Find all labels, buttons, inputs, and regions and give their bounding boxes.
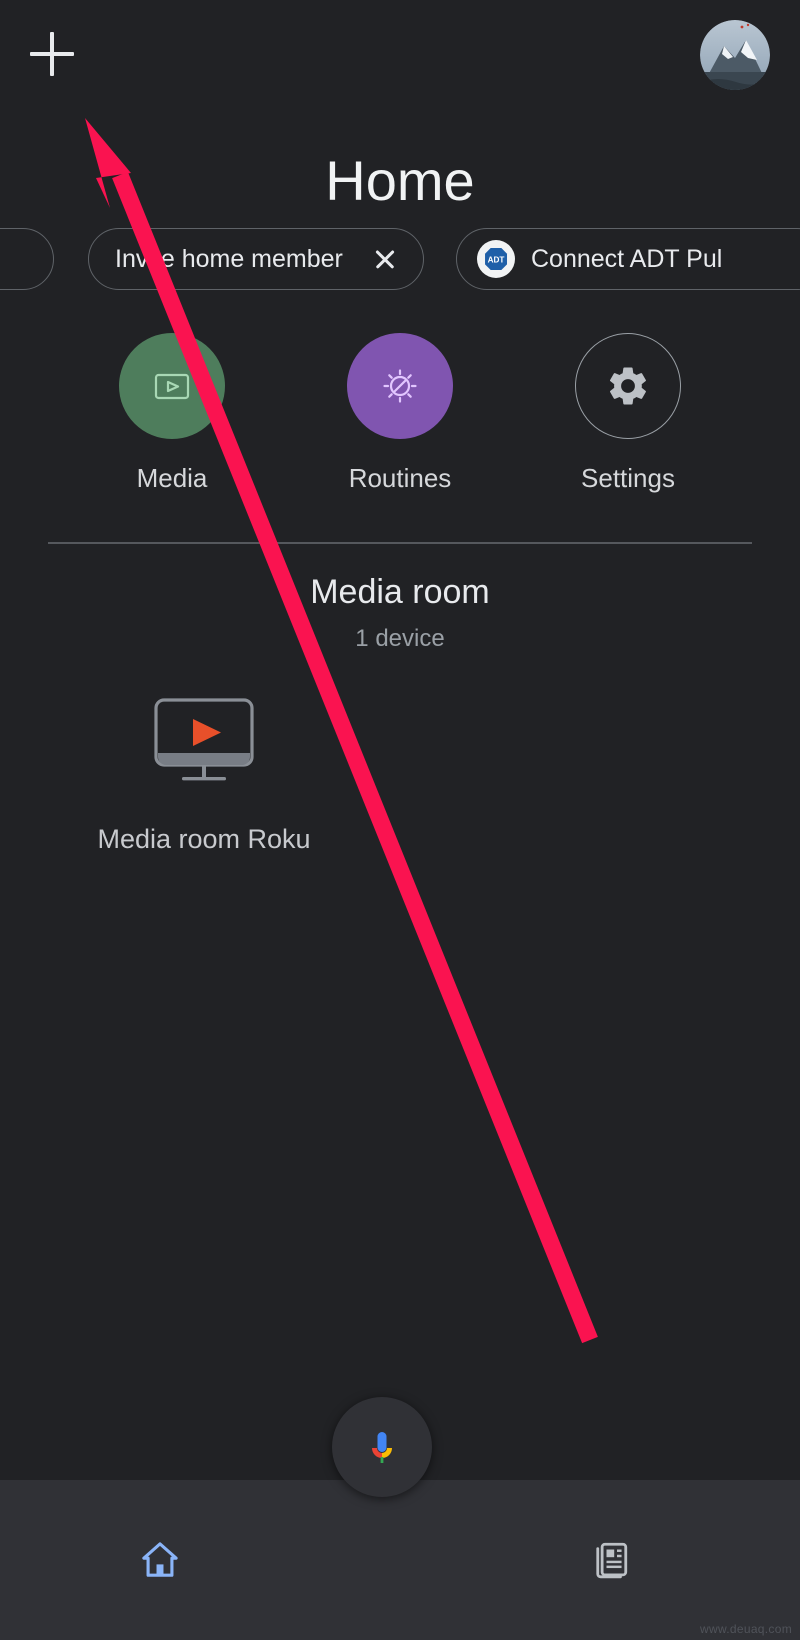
chip-adt-label: Connect ADT Pul [531,244,723,273]
action-settings-circle [575,333,681,439]
user-avatar-mountain-photo [700,20,770,90]
quick-actions-row: Media Routines Settings [0,333,800,494]
action-routines-label: Routines [348,463,452,493]
device-label: Media room Roku [97,824,311,854]
svg-text:ADT: ADT [488,256,505,265]
action-routines[interactable]: Routines [315,333,485,494]
device-tile[interactable]: Media room Roku [86,695,322,855]
close-icon[interactable] [373,247,397,271]
room-device-count: 1 device [355,625,445,652]
google-assistant-mic-icon [372,1432,392,1463]
bottom-navigation-bar [0,1480,800,1640]
add-device-button[interactable] [30,32,74,76]
action-media[interactable]: Media [87,333,257,494]
page-title: Home [325,149,475,212]
home-icon [142,1542,178,1577]
chip-invite-home-member[interactable]: Invite home member [88,228,424,290]
action-settings[interactable]: Settings [543,333,713,494]
assistant-mic-button[interactable] [332,1397,432,1497]
avatar[interactable] [700,20,770,90]
app-screen: Home Invite home member ADT Connect ADT … [0,0,800,1640]
gear-icon [609,367,646,405]
chip-invite-label: Invite home member [115,244,343,273]
chip-partial-offscreen[interactable] [0,228,54,290]
section-divider [48,542,752,544]
adt-logo-icon: ADT [477,240,515,278]
nav-item-feed[interactable] [575,1528,645,1592]
nav-item-home[interactable] [125,1528,195,1592]
action-settings-label: Settings [581,463,675,493]
action-media-label: Media [136,463,208,493]
site-watermark: www.deuaq.com [700,1622,792,1636]
media-play-icon [154,373,190,400]
chip-connect-adt-pulse[interactable]: ADT Connect ADT Pul [456,228,800,290]
room-title: Media room [310,573,490,611]
top-bar [0,0,800,110]
feed-icon [596,1542,628,1579]
routines-sun-icon [383,369,417,403]
action-media-circle [119,333,225,439]
tv-play-icon [154,698,254,781]
action-routines-circle [347,333,453,439]
suggestion-chips-row[interactable]: Invite home member ADT Connect ADT Pul [0,228,800,290]
